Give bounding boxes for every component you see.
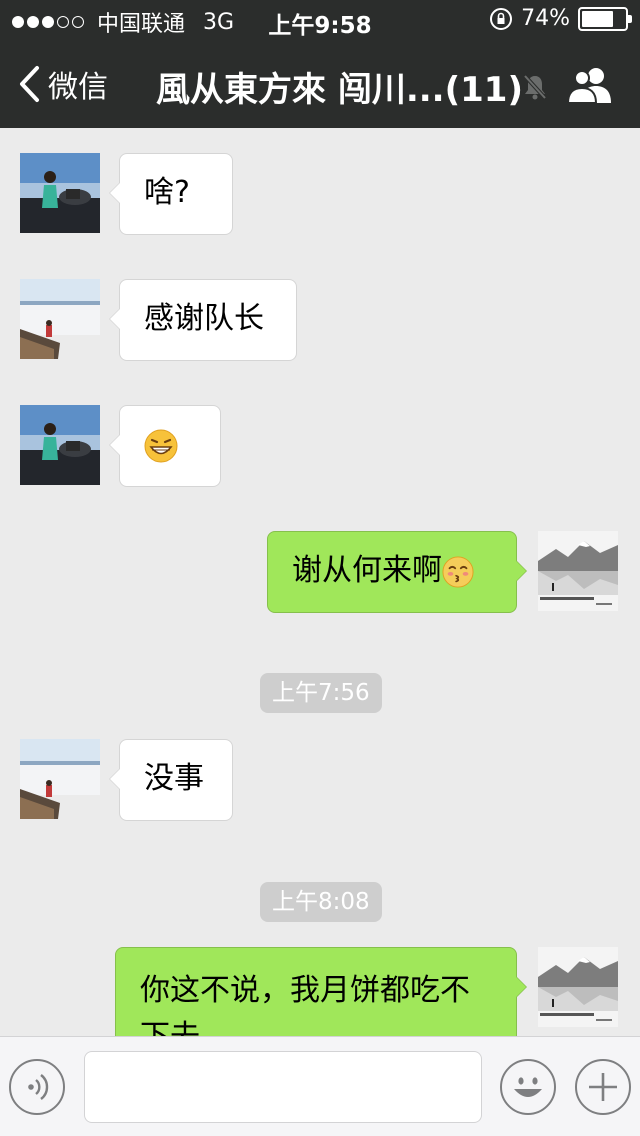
plus-icon bbox=[589, 1073, 617, 1101]
back-button[interactable]: 微信 bbox=[18, 62, 108, 106]
back-label: 微信 bbox=[48, 70, 108, 105]
message-bubble[interactable]: 谢从何来啊 bbox=[267, 531, 527, 613]
input-bar bbox=[0, 1036, 640, 1136]
status-bar: 中国联通 3G 上午9:58 74% bbox=[0, 0, 640, 40]
rotation-lock-icon bbox=[490, 7, 513, 30]
message-bubble[interactable]: 你这不说，我月饼都吃不下去 bbox=[115, 947, 527, 1036]
message-bubble[interactable]: 没事 bbox=[109, 739, 233, 821]
message-bubble[interactable] bbox=[109, 405, 221, 487]
message-text: 啥? bbox=[144, 175, 190, 210]
battery-percentage: 74% bbox=[521, 6, 570, 31]
person-at-lake-avatar[interactable] bbox=[20, 279, 100, 359]
battery-icon bbox=[578, 6, 632, 31]
chevron-left-icon bbox=[20, 66, 39, 102]
timestamp-label: 上午8:08 bbox=[260, 882, 382, 922]
woman-by-car-avatar[interactable] bbox=[20, 405, 100, 485]
message-bubble[interactable]: 感谢队长 bbox=[109, 279, 297, 361]
mountain-lake-avatar[interactable] bbox=[538, 947, 618, 1027]
message-text: 没事 bbox=[144, 761, 204, 796]
timestamp-label: 上午7:56 bbox=[260, 673, 382, 713]
mute-bell-icon bbox=[523, 74, 547, 100]
message-text: 感谢队长 bbox=[144, 301, 264, 336]
status-right: 74% bbox=[489, 6, 632, 31]
emoji-button[interactable] bbox=[500, 1059, 556, 1115]
mountain-lake-avatar[interactable] bbox=[538, 531, 618, 611]
voice-icon bbox=[28, 1074, 49, 1100]
group-members-icon[interactable] bbox=[566, 65, 616, 105]
message-bubble[interactable]: 啥? bbox=[109, 153, 233, 235]
woman-by-car-avatar[interactable] bbox=[20, 153, 100, 233]
more-actions-button[interactable] bbox=[575, 1059, 631, 1115]
person-at-lake-avatar[interactable] bbox=[20, 739, 100, 819]
header: 中国联通 3G 上午9:58 74% 微信 風从東方來 闯川...(11) bbox=[0, 0, 640, 128]
emoji-icon bbox=[514, 1077, 542, 1097]
message-input[interactable] bbox=[84, 1051, 482, 1123]
message-text: 你这不说，我月饼都吃不下去 bbox=[140, 973, 470, 1036]
message-text: 谢从何来啊 bbox=[292, 553, 442, 588]
kissing-face-emoji-icon bbox=[442, 555, 474, 588]
voice-input-button[interactable] bbox=[9, 1059, 65, 1115]
nav-bar: 微信 風从東方來 闯川...(11) bbox=[0, 40, 640, 128]
message-list[interactable]: 啥? 感谢队长 谢从何来啊 上午7:56 没事 上午8:08 你这不说，我月饼都… bbox=[0, 128, 640, 1036]
chat-title: 風从東方來 闯川...(11) bbox=[156, 70, 523, 110]
grinning-face-emoji-icon bbox=[144, 429, 178, 462]
